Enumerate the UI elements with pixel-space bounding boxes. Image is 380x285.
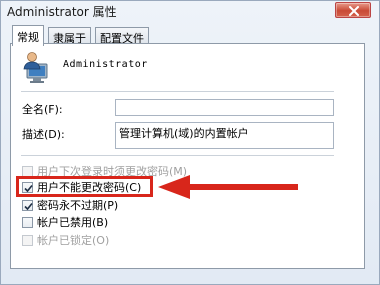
red-arrow xyxy=(158,175,298,199)
window-title: Administrator 属性 xyxy=(7,5,117,19)
description-field[interactable]: 管理计算机(域)的内置帐户 xyxy=(115,122,334,149)
checkbox[interactable] xyxy=(22,199,33,211)
user-computer-icon xyxy=(23,52,48,83)
checkbox[interactable] xyxy=(22,165,33,177)
username-text: Administrator xyxy=(63,59,148,70)
separator xyxy=(21,155,334,156)
option-account-disabled[interactable]: 帐户已禁用(B) xyxy=(22,215,108,229)
tab-general[interactable]: 常规 xyxy=(12,25,44,46)
tab-label: 常规 xyxy=(17,31,39,44)
fullname-label: 全名(F): xyxy=(22,103,63,116)
option-label: 帐户已锁定(O) xyxy=(37,234,110,247)
option-label: 帐户已禁用(B) xyxy=(37,216,109,229)
option-password-never-expires[interactable]: 密码永不过期(P) xyxy=(22,198,118,212)
highlight-box xyxy=(16,176,153,197)
option-account-locked[interactable]: 帐户已锁定(O) xyxy=(22,233,109,247)
checkmark-icon xyxy=(24,202,33,210)
close-button[interactable] xyxy=(335,2,371,18)
close-icon xyxy=(349,6,359,16)
description-label: 描述(D): xyxy=(22,128,65,141)
title-bar[interactable]: Administrator 属性 xyxy=(1,1,379,20)
checkbox[interactable] xyxy=(22,216,33,228)
separator xyxy=(21,91,334,92)
option-label: 密码永不过期(P) xyxy=(37,199,119,212)
fullname-field[interactable] xyxy=(115,99,334,116)
checkbox[interactable] xyxy=(22,234,33,246)
